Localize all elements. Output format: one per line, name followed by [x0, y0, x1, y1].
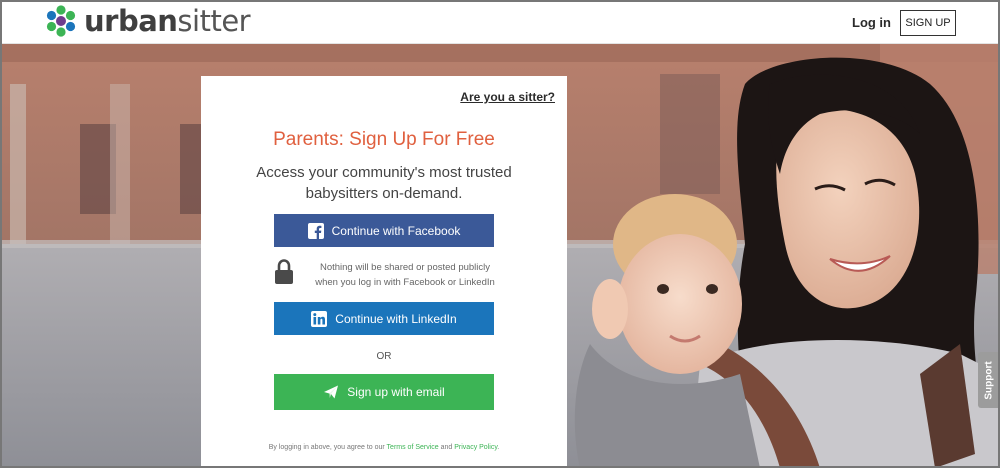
logo-flower-icon	[46, 5, 76, 37]
or-divider: OR	[376, 351, 392, 362]
login-link[interactable]: Log in	[852, 15, 891, 30]
linkedin-icon	[311, 310, 328, 327]
card-subtitle: Access your community's most trusted bab…	[256, 164, 512, 202]
urbansitter-logo[interactable]: urbansitter	[44, 4, 251, 38]
support-tab[interactable]: Support	[978, 352, 1000, 408]
signup-button[interactable]: SIGN UP	[900, 10, 956, 36]
terms-and: and	[438, 444, 455, 451]
email-button-label: Sign up with email	[347, 385, 445, 399]
continue-linkedin-button[interactable]: Continue with LinkedIn	[274, 302, 494, 335]
logo-wordmark: urbansitter	[84, 4, 251, 38]
signup-card: Are you a sitter? Parents: Sign Up For F…	[201, 76, 567, 468]
logo-word-bold: urban	[84, 4, 178, 38]
privacy-line-1: Nothing will be shared or posted publicl…	[319, 262, 491, 273]
card-title: Parents: Sign Up For Free	[273, 129, 495, 150]
privacy-line-2: when you log in with Facebook or LinkedI…	[315, 277, 495, 288]
privacy-policy-link[interactable]: Privacy Policy	[454, 444, 497, 451]
support-label: Support	[983, 360, 995, 400]
privacy-text: Nothing will be shared or posted publicl…	[300, 260, 510, 290]
terms-suffix: .	[497, 444, 500, 451]
terms-prefix: By logging in above, you agree to our	[268, 444, 387, 451]
logo-word-light: sitter	[177, 4, 251, 38]
paper-plane-icon	[323, 384, 339, 400]
privacy-notice: Nothing will be shared or posted publicl…	[274, 258, 514, 292]
terms-notice: By logging in above, you agree to our Te…	[201, 444, 567, 451]
terms-of-service-link[interactable]: Terms of Service	[387, 444, 439, 451]
lock-icon	[275, 259, 293, 284]
signup-email-button[interactable]: Sign up with email	[274, 374, 494, 410]
continue-facebook-button[interactable]: Continue with Facebook	[274, 214, 494, 247]
facebook-icon	[307, 222, 324, 239]
top-nav: urbansitter Log in SIGN UP	[0, 0, 1000, 44]
linkedin-button-label: Continue with LinkedIn	[335, 311, 457, 326]
facebook-button-label: Continue with Facebook	[331, 223, 461, 238]
are-you-sitter-link[interactable]: Are you a sitter?	[460, 90, 555, 104]
